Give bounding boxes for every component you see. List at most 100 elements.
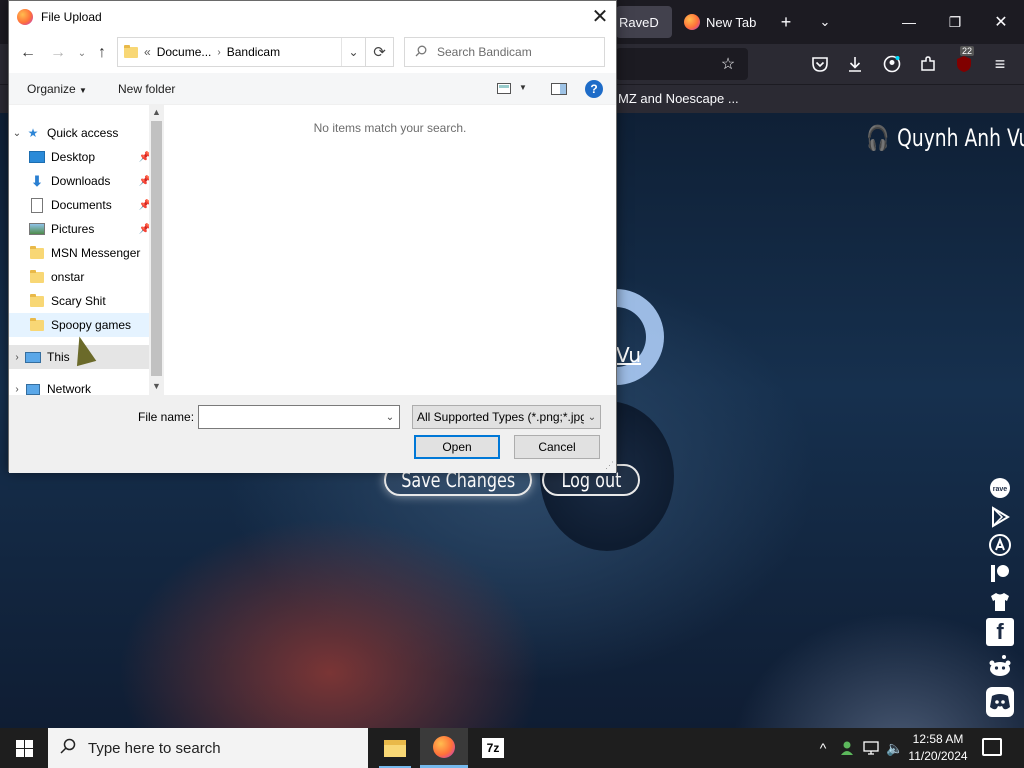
taskbar-file-explorer[interactable] [371,728,419,768]
resize-grip-icon[interactable]: ⋰ [605,460,614,471]
command-bar: Organize ▼ New folder ▼ ? [9,73,616,105]
organize-menu[interactable]: Organize ▼ [27,82,87,96]
folder-icon [29,245,45,260]
breadcrumb-separator-icon: › [217,46,221,58]
user-status-icon[interactable] [836,728,858,768]
ublock-icon[interactable]: 22 [952,46,976,76]
extensions-icon[interactable] [916,52,940,76]
desktop-icon [29,150,45,164]
address-bar[interactable]: « Docume... › Bandicam ⌄ [117,37,366,67]
dialog-titlebar[interactable]: File Upload [9,1,616,33]
pocket-icon[interactable] [808,52,832,76]
rave-icon[interactable]: rave [986,474,1014,502]
tab-ravedj[interactable]: RaveD [616,6,672,38]
pictures-icon [29,222,45,236]
google-play-icon[interactable] [986,503,1014,531]
refresh-icon[interactable]: ⟳ [366,37,394,67]
patreon-icon[interactable] [986,559,1014,587]
folder-icon [29,317,45,332]
breadcrumb-documents[interactable]: Docume... [157,45,212,59]
chevron-right-icon[interactable]: › [9,352,25,363]
taskbar-firefox[interactable] [420,728,468,768]
folder-icon [29,269,45,284]
tree-item-desktop[interactable]: Desktop 📌 [9,145,151,169]
bookmark-item[interactable]: MZ and Noescape ... [618,91,739,106]
show-hidden-icons-chevron-icon[interactable]: ^ [812,728,834,768]
tab-new-tab[interactable]: New Tab [684,6,764,38]
search-box[interactable]: Search Bandicam [404,37,605,67]
file-name-input[interactable]: ⌄ [198,405,400,429]
breadcrumb-overflow[interactable]: « [144,45,151,59]
document-icon [29,197,45,213]
breadcrumb-bandicam[interactable]: Bandicam [227,45,280,59]
new-tab-button[interactable]: + [771,8,801,36]
address-dropdown-icon[interactable]: ⌄ [341,38,365,66]
windows-logo-icon [15,739,33,757]
network-icon [25,382,41,395]
tree-item-pictures[interactable]: Pictures 📌 [9,217,151,241]
chevron-down-icon[interactable]: ⌄ [584,406,600,428]
new-folder-button[interactable]: New folder [118,82,175,96]
list-all-tabs-icon[interactable]: ⌄ [810,8,840,36]
restore-button[interactable]: ❐ [940,8,970,36]
app-store-icon[interactable] [986,531,1014,559]
hamburger-menu-icon[interactable]: ≡ [988,52,1012,76]
tree-item-downloads[interactable]: ⬇ Downloads 📌 [9,169,151,193]
reddit-icon[interactable] [986,652,1014,680]
taskbar: Type here to search 7z ^ 🔈 12:58 AM 11/2… [0,728,1024,768]
file-type-select[interactable]: All Supported Types (*.png;*.jpg ⌄ [412,405,601,429]
preview-pane-icon[interactable] [551,83,567,98]
tree-item-scary-shit[interactable]: Scary Shit [9,289,149,313]
tree-item-network[interactable]: › Network [9,377,149,395]
scroll-down-icon[interactable]: ▼ [149,381,164,395]
tree-item-quick-access[interactable]: ⌄ ★ Quick access [9,121,149,145]
svg-text:rave: rave [993,486,1008,493]
username-link[interactable]: Vu [616,343,641,367]
forward-arrow-icon[interactable]: → [47,41,69,65]
up-arrow-icon[interactable]: ↑ [91,41,113,65]
chevron-down-icon[interactable]: ⌄ [9,128,25,139]
scroll-up-icon[interactable]: ▲ [149,107,164,121]
change-view-icon[interactable] [497,83,511,97]
clock[interactable]: 12:58 AM 11/20/2024 [906,731,970,765]
taskbar-7zip[interactable]: 7z [469,728,517,768]
search-icon [60,738,76,758]
merch-shirt-icon[interactable] [986,588,1014,616]
facebook-icon[interactable]: f [986,618,1014,646]
volume-icon[interactable]: 🔈 [884,728,906,768]
clock-time: 12:58 AM [912,732,964,746]
nav-pane-scrollbar[interactable]: ▲ ▼ [149,105,164,395]
firefox-icon [433,735,455,758]
dialog-footer: File name: ⌄ All Supported Types (*.png;… [9,395,616,473]
account-icon[interactable] [880,52,904,76]
close-icon[interactable]: ✕ [584,1,616,31]
url-bar[interactable]: ☆ [616,48,748,80]
help-icon[interactable]: ? [585,80,603,98]
extension-badge: 22 [960,46,975,56]
chevron-right-icon[interactable]: › [9,384,25,395]
notifications-icon[interactable] [982,738,1002,756]
bookmark-star-icon[interactable]: ☆ [716,52,740,76]
discord-icon[interactable] [986,687,1014,717]
close-window-button[interactable]: ✕ [986,8,1016,36]
recent-locations-chevron-icon[interactable]: ⌄ [71,41,93,65]
taskbar-search-box[interactable]: Type here to search [48,728,368,768]
network-icon[interactable] [860,728,882,768]
start-button[interactable] [0,728,48,768]
open-button[interactable]: Open [414,435,500,459]
back-arrow-icon[interactable]: ← [17,41,39,65]
cancel-button[interactable]: Cancel [514,435,600,459]
folder-icon [29,293,45,308]
minimize-button[interactable]: — [894,8,924,36]
view-dropdown-icon[interactable]: ▼ [519,83,527,92]
chevron-down-icon[interactable]: ⌄ [381,406,399,428]
7zip-icon: 7z [482,738,504,758]
tree-item-onstar[interactable]: onstar [9,265,149,289]
tree-item-msn-messenger[interactable]: MSN Messenger [9,241,149,265]
tree-item-documents[interactable]: Documents 📌 [9,193,151,217]
file-list-pane[interactable]: No items match your search. [164,105,616,395]
tree-item-spoopy-games[interactable]: Spoopy games [9,313,149,337]
downloads-icon[interactable] [843,52,867,76]
scroll-thumb[interactable] [151,121,162,376]
username-header: 🎧 Quynh Anh Vu [866,124,1024,152]
